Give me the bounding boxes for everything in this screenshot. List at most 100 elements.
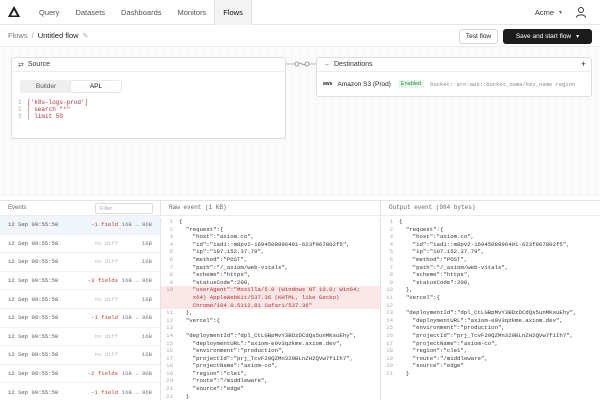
event-diff: no diff [94, 258, 119, 266]
breadcrumb-flows-link[interactable]: Flows [8, 31, 28, 40]
json-line: 7 "path":"/_axiom/web-vitals", [381, 264, 600, 272]
user-icon[interactable] [575, 6, 587, 18]
org-switcher[interactable]: Acme ▾ [535, 0, 562, 25]
event-row[interactable]: 12 Sep 09:55:50 -1 field 16B → 96B [0, 216, 160, 235]
json-line: 14 "deploymentURL":"axiom-e9v3qzkme.axio… [381, 317, 600, 325]
nav-tab-dashboards[interactable]: Dashboards [113, 0, 169, 25]
event-row[interactable]: 12 Sep 09:55:50 no diff 16B [0, 253, 160, 272]
chevron-down-icon: ▾ [558, 10, 562, 16]
event-row[interactable]: 12 Sep 09:55:50 -1 field 16B → 96B [0, 383, 160, 400]
events-list: 12 Sep 09:55:50 -1 field 16B → 96B 12 Sep 0… [0, 216, 160, 400]
destination-name: Amazon S3 (Prod) [337, 80, 391, 88]
line-number: 11 [386, 293, 393, 301]
event-timestamp: 12 Sep 09:55:50 [8, 258, 59, 266]
line-number: 5 [389, 248, 393, 256]
code-line: 1 ['k8s-logs-prod'] [18, 99, 285, 106]
source-title: Source [27, 61, 51, 68]
destinations-card: → Destinations + aws Amazon S3 (Prod) En… [316, 57, 592, 97]
save-and-start-flow-button[interactable]: Save and start flow ▾ [503, 29, 592, 44]
event-row[interactable]: 12 Sep 09:55:50 no diff 16B [0, 328, 160, 347]
json-line: 9 "statusCode":200, [161, 279, 380, 287]
builder-tab[interactable]: Builder [21, 81, 71, 92]
json-text: "region":"cle1", [399, 347, 468, 355]
test-flow-button[interactable]: Test flow [459, 29, 498, 44]
line-number: 14 [386, 316, 393, 324]
json-line: 8 "scheme":"https", [161, 271, 380, 279]
event-row[interactable]: 12 Sep 09:55:50 no diff 16B [0, 346, 160, 365]
event-size: 16B → 96B [121, 314, 152, 322]
source-mode-toggle: Builder APL [20, 80, 122, 93]
apl-editor[interactable]: 1 ['k8s-logs-prod'] 2 | search "*" 3 | limit … [18, 99, 285, 120]
json-text: "scheme":"https", [179, 271, 251, 279]
code-line: 2 | search "*" [18, 106, 285, 113]
json-line: 2 "request":{ [381, 226, 600, 234]
json-text: "projectId":"prj_TcvF29QZMn320BLnZH2QVw7… [399, 331, 574, 339]
json-text: "id":"iad1::m8pv2-1694508996401-623f9678… [399, 240, 570, 248]
line-number: 12 [166, 316, 173, 324]
json-text: "path":"/_axiom/web-vitals", [399, 263, 509, 271]
line-number: 19 [386, 354, 393, 362]
json-text: { [179, 218, 183, 225]
json-text: "scheme":"https", [399, 271, 471, 279]
json-line: 5 "ip":"107.152.37.79", [161, 248, 380, 256]
chevron-down-icon: ▾ [576, 34, 580, 40]
axiom-logo-icon[interactable] [7, 5, 21, 19]
json-line: 16 "projectId":"prj_TcvF29QZMn320BLnZH2Q… [381, 332, 600, 340]
json-line: 20 "route":"/middleware", [161, 377, 380, 385]
event-diff: no diff [94, 332, 119, 340]
destination-item[interactable]: aws Amazon S3 (Prod) Enabled bucket: arn… [317, 72, 591, 96]
json-line: 16 "environment":"production", [161, 347, 380, 355]
event-row[interactable]: 12 Sep 09:55:50 -3 fields 16B → 96B [0, 272, 160, 291]
line-number: 9 [169, 278, 173, 286]
json-text: } [179, 392, 190, 400]
apl-tab[interactable]: APL [71, 81, 121, 92]
code-text: | limit 50 [27, 113, 64, 120]
json-text: "environment":"production", [179, 347, 285, 355]
nav-tab-query[interactable]: Query [31, 0, 67, 25]
event-row[interactable]: 12 Sep 09:55:50 no diff 16B [0, 290, 160, 309]
json-line: 7 "path":"/_axiom/web-vitals", [161, 264, 380, 272]
json-text: "deploymentId":"dpl_CtLGBpMvY3BDzDCdQs5u… [399, 309, 577, 317]
json-text: "projectName":"axiom-co", [179, 362, 278, 370]
event-row[interactable]: 12 Sep 09:55:50 no diff 16B [0, 235, 160, 254]
json-text: "statusCode":200, [179, 278, 251, 286]
json-text: "deploymentURL":"axiom-e9v3qzkme.axiom.d… [399, 316, 563, 324]
output-event-title: Output event (984 bytes) [389, 204, 476, 211]
line-number: 11 [166, 309, 173, 317]
line-number: 7 [389, 263, 393, 271]
event-timestamp: 12 Sep 09:55:50 [8, 370, 59, 378]
json-text: "region":"cle1", [179, 369, 248, 377]
event-size: 16B [141, 239, 152, 247]
nav-tab-flows[interactable]: Flows [214, 0, 252, 25]
raw-event-title: Raw event (1 KB) [169, 204, 227, 211]
json-text: "vercel":{ [179, 316, 220, 324]
json-line: 21 } [381, 370, 600, 378]
line-number: 8 [169, 271, 173, 279]
event-row[interactable]: 12 Sep 09:55:50 -2 fields 16B → 90B [0, 365, 160, 384]
event-diff: -3 fields [87, 277, 118, 285]
nav-tab-monitors[interactable]: Monitors [170, 0, 215, 25]
events-filter-input[interactable]: Filter [95, 203, 153, 214]
line-number: 18 [166, 362, 173, 370]
json-text: x64) AppleWebKit/537.36 (KHTML, like Gec… [179, 293, 340, 301]
json-text: }, [179, 309, 193, 317]
json-line: 11 "vercel":{ [381, 294, 600, 302]
nav-tab-datasets[interactable]: Datasets [67, 0, 113, 25]
event-timestamp: 12 Sep 09:55:50 [8, 221, 59, 229]
line-number: 13 [166, 324, 173, 332]
event-diff: -1 field [91, 314, 118, 322]
json-line: 1{ [161, 218, 380, 226]
destinations-header: → Destinations [317, 58, 591, 72]
line-number: 10 [386, 286, 393, 294]
json-text: "projectName":"axiom-co", [399, 339, 498, 347]
output-event-header: Output event (984 bytes) [380, 200, 600, 216]
code-line: 3 | limit 50 [18, 113, 285, 120]
flow-title[interactable]: Untitled flow [38, 31, 79, 40]
event-diff: no diff [94, 351, 119, 359]
event-size: 16B → 96B [121, 221, 152, 229]
json-line: 4 "id":"iad1::m8pv2-1694508996401-623f96… [161, 241, 380, 249]
event-row[interactable]: 12 Sep 09:55:50 -1 field 16B → 96B [0, 309, 160, 328]
add-destination-button[interactable]: + [581, 59, 586, 69]
pencil-icon[interactable]: ✎ [83, 32, 89, 40]
event-diff: -2 fields [87, 370, 118, 378]
